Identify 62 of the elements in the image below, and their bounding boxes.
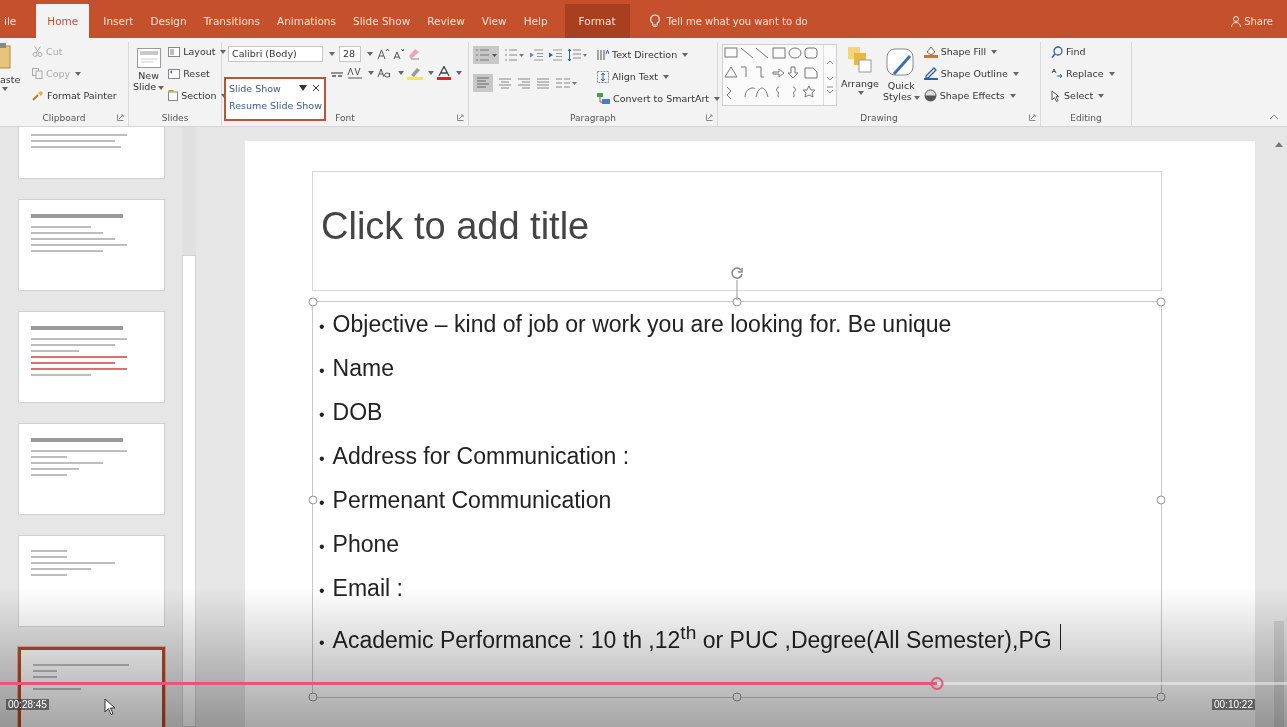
new-slide-button[interactable]: New Slide — [133, 48, 165, 92]
resume-slide-show-link[interactable]: Resume Slide Show — [229, 100, 322, 111]
popup-title: Slide Show — [229, 82, 281, 94]
quick-styles-button[interactable]: Quick Styles — [882, 46, 920, 102]
bullet-mark: • — [319, 361, 325, 381]
title-placeholder[interactable]: Click to add title — [312, 171, 1162, 291]
group-label: Editing — [1070, 113, 1102, 123]
ribbon-tab[interactable]: Transitions — [195, 4, 268, 38]
shape-fill-button[interactable]: Shape Fill — [923, 42, 1019, 61]
new-slide-label: New Slide — [133, 70, 165, 92]
ribbon-tab[interactable]: ile — [0, 4, 25, 38]
convert-to-smartart-button[interactable]: Convert to SmartArt — [597, 89, 720, 108]
ribbon-tab[interactable]: Design — [142, 4, 195, 38]
group-label: Paragraph — [569, 113, 617, 123]
bullet-mark: • — [319, 581, 325, 601]
arrange-button[interactable]: Arrange — [841, 46, 879, 95]
bullet-mark: • — [319, 493, 325, 513]
layout-button[interactable]: Layout — [168, 42, 228, 61]
bullet-text: Academic Performance : 10 th ,12$^{th}$ or PUC ,Degree(All Semester),PG — [332, 621, 1052, 655]
group-label: Clipboard — [42, 113, 86, 123]
ribbon-tab[interactable]: View — [473, 4, 515, 38]
text-direction-button[interactable]: Text Direction — [597, 45, 720, 64]
bullet-text: Email : — [332, 574, 403, 603]
ribbon-tab[interactable]: Slide Show — [344, 4, 419, 38]
format-painter-button[interactable]: Format Painter — [32, 86, 117, 105]
share-button[interactable]: Share — [1231, 15, 1273, 27]
select-button[interactable]: Select — [1051, 86, 1115, 105]
group-label: Drawing — [860, 113, 898, 123]
ribbon-tab[interactable]: Insert — [95, 4, 142, 38]
bullet-text: DOB — [332, 398, 383, 427]
bullet-mark: • — [319, 632, 325, 653]
group-label: Slides — [161, 113, 189, 123]
bullet-mark: • — [319, 405, 325, 425]
remaining-time: 00:10:22 — [1212, 699, 1255, 710]
font-name-field[interactable]: Calibri (Body) — [228, 46, 323, 62]
find-button[interactable]: Find — [1051, 42, 1115, 61]
bullet-text: Permenant Communication — [332, 486, 612, 515]
shape-effects-button[interactable]: Shape Effects — [923, 86, 1019, 105]
reset-button[interactable]: Reset — [168, 64, 228, 83]
bullet-text: Address for Communication : — [332, 442, 630, 471]
bullet-text: Name — [332, 354, 394, 383]
bullet-text: Objective – kind of job or work you are looking for. Be unique — [332, 310, 952, 339]
shape-outline-button[interactable]: Shape Outline — [923, 64, 1019, 83]
ribbon-tab[interactable]: Help — [515, 4, 556, 38]
elapsed-time: 00:28:45 — [6, 699, 49, 710]
replace-button[interactable]: Replace — [1051, 64, 1115, 83]
ribbon-tab[interactable]: Home — [36, 4, 90, 38]
bullet-text: Phone — [332, 530, 400, 559]
ribbon-tab[interactable]: Review — [419, 4, 473, 38]
bullet-mark: • — [319, 537, 325, 557]
paste-label: aste — [0, 74, 21, 85]
ribbon-tab[interactable]: Animations — [268, 4, 344, 38]
align-text-button[interactable]: Align Text — [597, 67, 720, 86]
paste-button[interactable]: aste — [0, 42, 20, 91]
group-label: Font — [335, 113, 355, 123]
ribbon-tab[interactable]: Format — [564, 4, 630, 38]
title-placeholder-text: Click to add title — [321, 204, 590, 248]
bullet-mark: • — [319, 449, 325, 469]
section-button[interactable]: Section — [168, 86, 228, 105]
bullet-mark: • — [319, 317, 325, 337]
tell-me-search[interactable]: Tell me what you want to do — [666, 15, 808, 27]
font-size-field[interactable]: 28 — [339, 46, 361, 62]
